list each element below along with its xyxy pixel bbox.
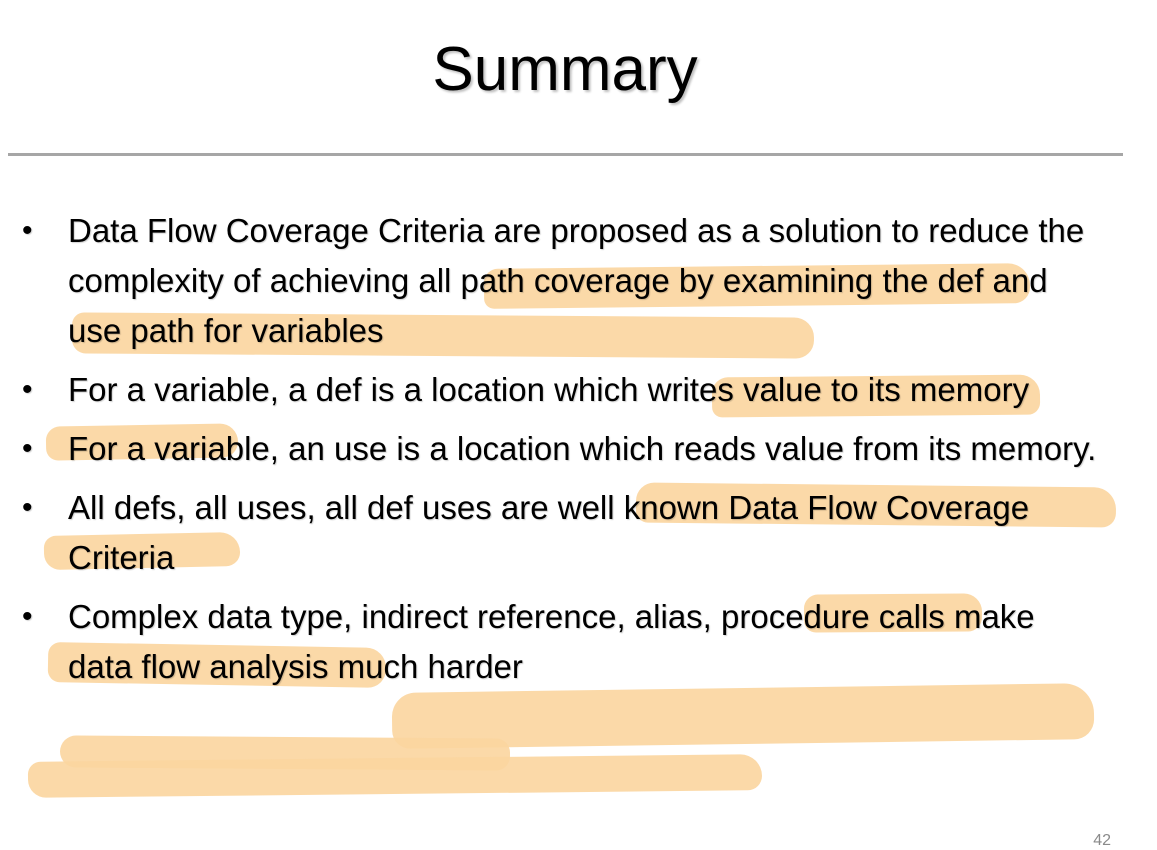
bullet-item: • Data Flow Coverage Criteria are propose… [0,206,1108,356]
bullet-dot: • [22,432,33,465]
slide-number: 42 [1093,832,1111,849]
bullet-item: • Complex data type, indirect reference, … [0,592,1108,692]
bullet-dot: • [22,373,33,406]
bullet-dot: • [22,600,33,633]
bullet-dot: • [22,491,33,524]
bullet-item: • For a variable, an use is a location wh… [0,424,1108,474]
bullet-text: Complex data type, [68,598,362,635]
highlight-stroke [27,754,763,798]
highlighted-text: which reads value from its memory. [579,430,1097,467]
bullet-dot: • [22,214,33,247]
highlighted-text: writes value to its memory [647,371,1030,408]
bullet-item: • For a variable, a def is a location whi… [0,365,1108,415]
bullet-text: For a variable, an use is a location [68,430,580,467]
bullet-text: All defs, all uses, all def uses are wel… [68,489,729,526]
title-divider [8,153,1123,156]
bullet-item: • All defs, all uses, all def uses are we… [0,483,1108,583]
bullet-list: • Data Flow Coverage Criteria are propose… [0,206,1157,701]
slide-title: Summary [432,35,698,104]
bullet-text: For a variable, a def is a location whic… [68,371,648,408]
